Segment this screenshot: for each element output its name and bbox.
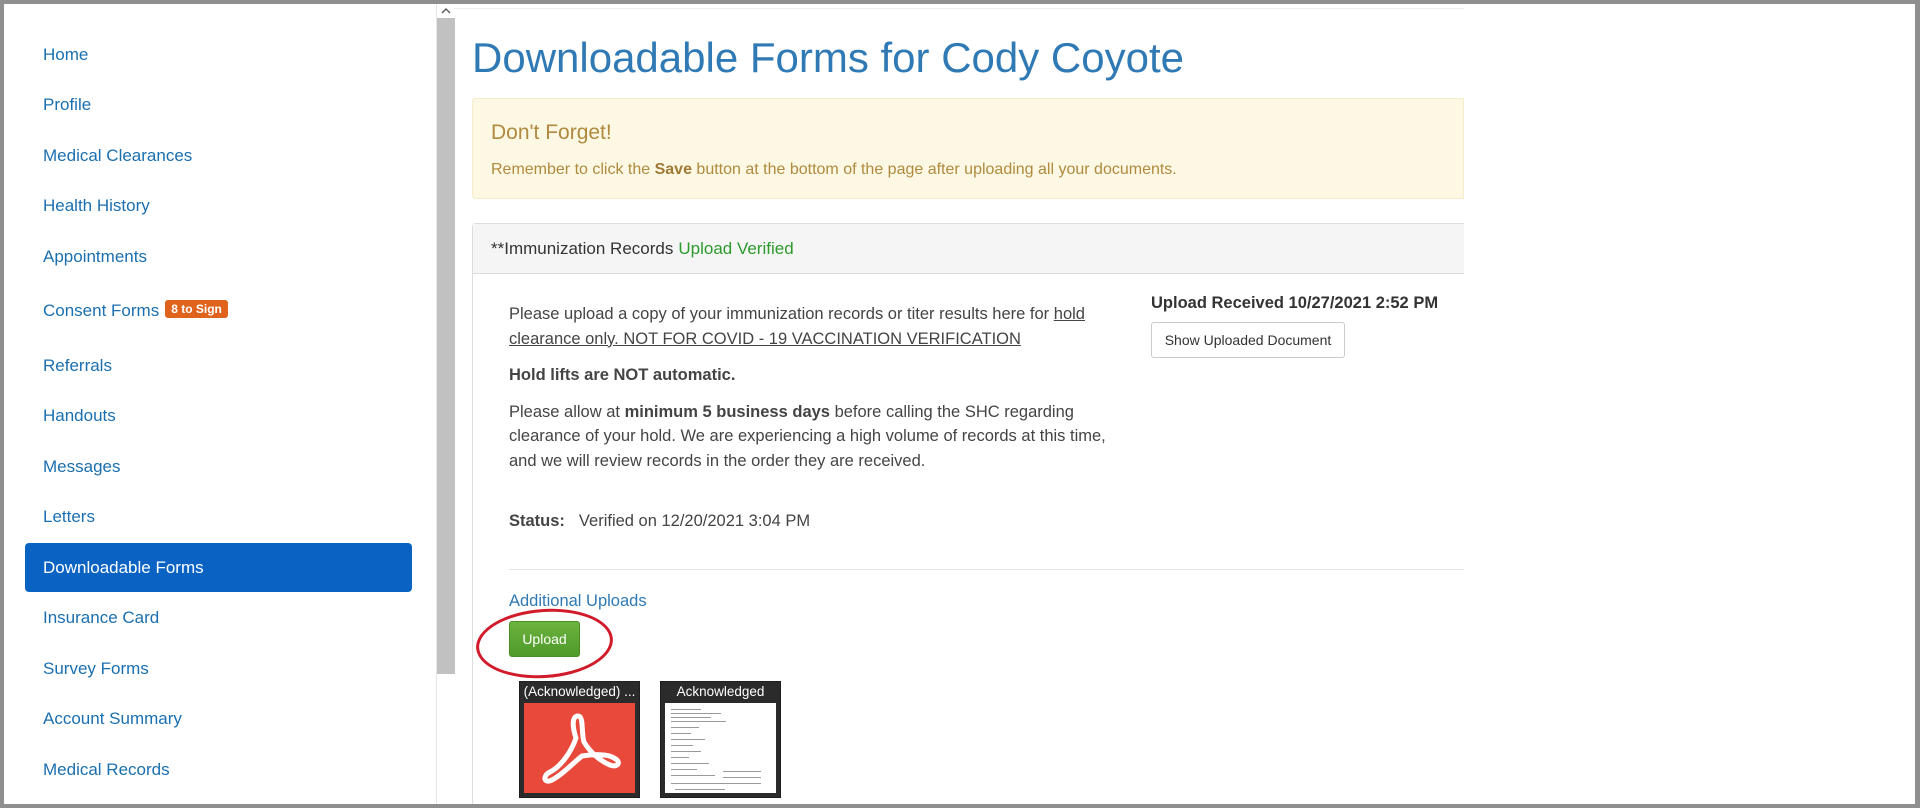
instructions-bold-text: minimum 5 business days: [624, 402, 830, 421]
sidebar-item-medical-clearances[interactable]: Medical Clearances: [25, 131, 412, 180]
instructions: Please upload a copy of your immunizatio…: [509, 302, 1109, 485]
sidebar: Home Profile Medical Clearances Health H…: [4, 4, 436, 804]
sidebar-item-messages[interactable]: Messages: [25, 442, 412, 491]
sidebar-item-label: Downloadable Forms: [43, 557, 204, 577]
hold-note: Hold lifts are NOT automatic.: [509, 366, 736, 384]
instructions-paragraph-1: Please upload a copy of your immunizatio…: [509, 302, 1109, 351]
immunization-records-panel: **Immunization Records Upload Verified P…: [472, 223, 1464, 804]
sidebar-item-profile[interactable]: Profile: [25, 81, 412, 130]
sidebar-item-downloadable-forms[interactable]: Downloadable Forms: [25, 543, 412, 592]
alert-text-before: Remember to click the: [491, 161, 655, 178]
page-title: Downloadable Forms for Cody Coyote: [472, 34, 1184, 81]
sidebar-item-label: Messages: [43, 456, 121, 476]
sidebar-item-handouts[interactable]: Handouts: [25, 392, 412, 441]
alert-text-save: Save: [654, 161, 692, 178]
sidebar-item-home[interactable]: Home: [25, 30, 412, 79]
sidebar-item-label: Consent Forms: [43, 301, 160, 320]
instructions-text: Please allow at: [509, 402, 625, 421]
scrollbar-thumb[interactable]: [437, 18, 455, 674]
sidebar-item-appointments[interactable]: Appointments: [25, 232, 412, 281]
sidebar-item-label: Handouts: [43, 406, 116, 425]
instructions-paragraph-2: Please allow at minimum 5 business days …: [509, 400, 1109, 474]
scroll-up-arrow-icon[interactable]: [437, 4, 455, 18]
consent-forms-badge: 8 to Sign: [165, 300, 228, 318]
status-label: Status:: [509, 512, 565, 530]
sidebar-item-referrals[interactable]: Referrals: [25, 341, 412, 390]
reminder-alert: Don't Forget! Remember to click the Save…: [472, 98, 1464, 199]
sidebar-scrollbar[interactable]: [436, 4, 455, 804]
section-divider: [509, 569, 1464, 570]
uploaded-file-thumbnail-pdf[interactable]: (Acknowledged) ...: [519, 681, 640, 798]
sidebar-item-account-summary[interactable]: Account Summary: [25, 695, 412, 744]
sidebar-item-consent-forms[interactable]: Consent Forms 8 to Sign: [25, 283, 412, 340]
alert-title: Don't Forget!: [491, 121, 612, 144]
main-content: Downloadable Forms for Cody Coyote Don't…: [454, 4, 1464, 804]
annotation-circle: [473, 604, 616, 683]
upload-received-date: Upload Received 10/27/2021 2:52 PM: [1151, 294, 1439, 312]
sidebar-item-label: Appointments: [43, 246, 147, 266]
sidebar-item-label: Account Summary: [43, 709, 182, 728]
alert-text: Remember to click the Save button at the…: [491, 161, 1177, 179]
pdf-icon: [524, 703, 635, 793]
instructions-text: Please upload a copy of your immunizatio…: [509, 305, 1054, 323]
sidebar-item-insurance-card[interactable]: Insurance Card: [25, 594, 412, 643]
sidebar-item-letters[interactable]: Letters: [25, 493, 412, 542]
status-line: Status: Verified on 12/20/2021 3:04 PM: [509, 512, 810, 531]
thumbnail-label: (Acknowledged) ...: [523, 684, 636, 699]
sidebar-item-label: Referrals: [43, 355, 112, 375]
alert-text-after: button at the bottom of the page after u…: [691, 161, 1177, 178]
sidebar-item-label: Home: [43, 44, 89, 64]
sidebar-nav: Home Profile Medical Clearances Health H…: [25, 30, 412, 796]
sidebar-item-medical-records[interactable]: Medical Records: [25, 745, 412, 794]
sidebar-item-label: Profile: [43, 95, 92, 114]
upload-verified-status: Upload Verified: [678, 238, 794, 258]
additional-uploads-link[interactable]: Additional Uploads: [509, 592, 647, 611]
status-value: Verified on 12/20/2021 3:04 PM: [578, 512, 811, 530]
show-uploaded-document-button[interactable]: Show Uploaded Document: [1151, 322, 1345, 358]
sidebar-item-label: Letters: [43, 507, 95, 526]
panel-heading-title: **Immunization Records: [491, 238, 674, 258]
sidebar-item-health-history[interactable]: Health History: [25, 182, 412, 231]
sidebar-item-label: Health History: [43, 196, 150, 215]
document-preview: [665, 703, 776, 793]
sidebar-item-survey-forms[interactable]: Survey Forms: [25, 644, 412, 693]
sidebar-item-label: Survey Forms: [43, 658, 149, 678]
top-divider: [454, 8, 1464, 9]
uploaded-file-thumbnail-document[interactable]: Acknowledged: [660, 681, 781, 798]
thumbnail-label: Acknowledged: [676, 684, 765, 699]
sidebar-item-label: Medical Records: [43, 759, 170, 779]
sidebar-item-label: Medical Clearances: [43, 145, 193, 165]
sidebar-item-label: Insurance Card: [43, 608, 160, 627]
panel-heading: **Immunization Records Upload Verified: [473, 224, 1464, 274]
